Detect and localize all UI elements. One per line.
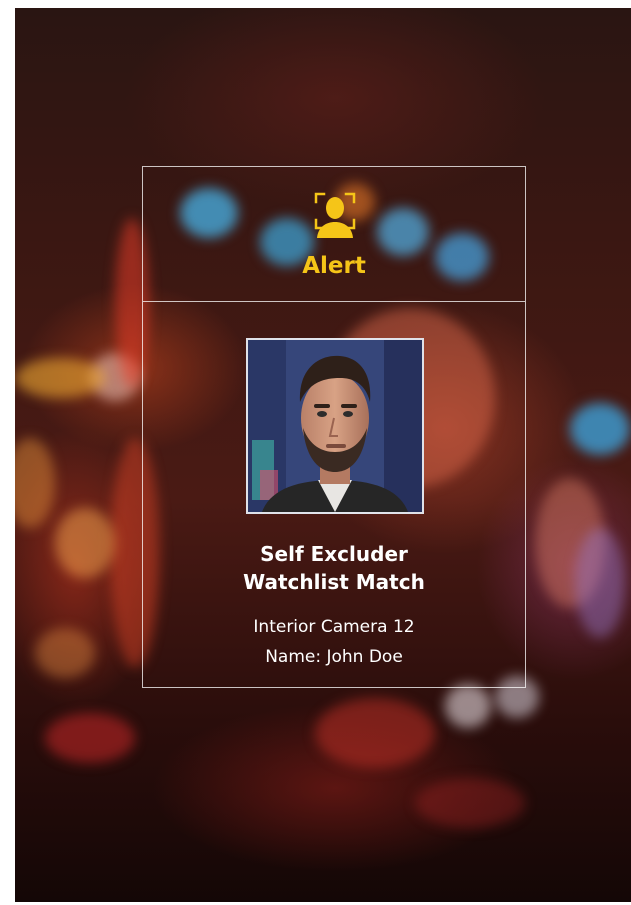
face-scan-icon — [314, 192, 356, 238]
bokeh-light — [55, 508, 115, 578]
person-name-label: Name: John Doe — [265, 647, 403, 667]
camera-label: Interior Camera 12 — [253, 617, 415, 637]
bokeh-light — [315, 698, 435, 768]
bokeh-light — [445, 684, 491, 728]
watchlist-match-title: Self Excluder Watchlist Match — [143, 540, 525, 596]
match-title-line-1: Self Excluder — [260, 542, 408, 566]
bokeh-light — [15, 358, 105, 398]
bokeh-light — [415, 778, 525, 828]
camera-feed-background: Alert Self Excluder Watchlist Match Inte… — [15, 8, 631, 902]
portrait-photo — [246, 338, 424, 514]
bokeh-light — [35, 628, 95, 678]
alert-header-panel: Alert — [142, 166, 526, 302]
match-title-line-2: Watchlist Match — [243, 570, 425, 594]
bokeh-light — [575, 528, 625, 638]
bokeh-light — [570, 403, 630, 455]
match-details-panel: Self Excluder Watchlist Match Interior C… — [142, 302, 526, 688]
alert-title: Alert — [302, 253, 366, 279]
person-portrait-illustration — [248, 340, 422, 512]
bokeh-light — [45, 713, 135, 763]
bokeh-light — [15, 438, 55, 528]
